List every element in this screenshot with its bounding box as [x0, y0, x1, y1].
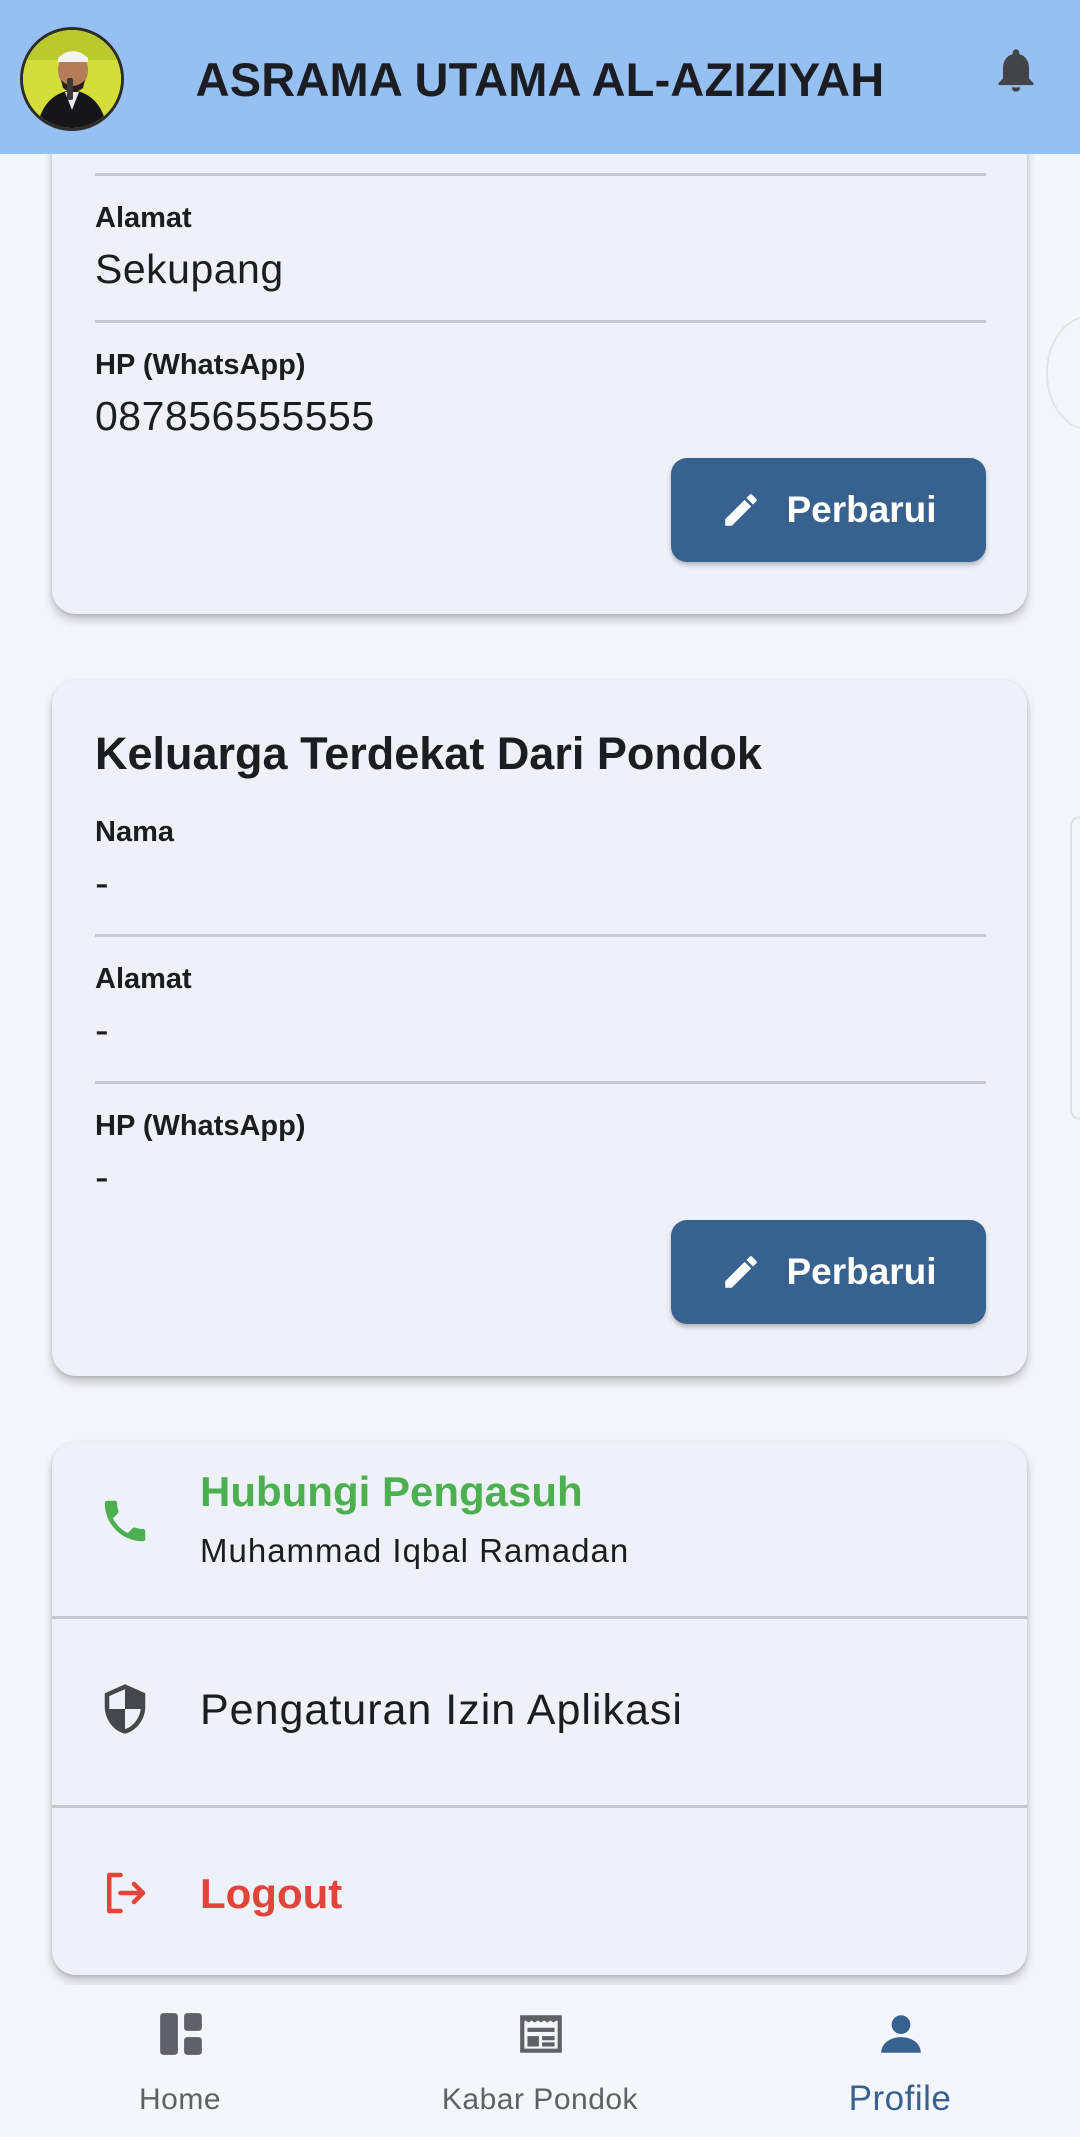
- divider: [95, 320, 986, 323]
- nav-label-profile: Profile: [848, 2079, 952, 2118]
- field-value-alamat: -: [95, 1007, 110, 1053]
- update-button-label: Perbarui: [786, 1251, 937, 1292]
- contact-caretaker-tile[interactable]: Hubungi Pengasuh Muhammad Iqbal Ramadan: [52, 1442, 1027, 1616]
- logout-label: Logout: [200, 1870, 343, 1917]
- edge-decoration: [1046, 316, 1080, 430]
- field-label-alamat: Alamat: [95, 202, 192, 234]
- field-label-alamat: Alamat: [95, 963, 192, 995]
- update-button[interactable]: Perbarui: [671, 1220, 986, 1324]
- card-title: Keluarga Terdekat Dari Pondok: [95, 728, 762, 779]
- menu-card: Hubungi Pengasuh Muhammad Iqbal Ramadan …: [52, 1442, 1027, 1975]
- newspaper-icon: [520, 2015, 562, 2053]
- edit-pencil-icon: [725, 494, 758, 526]
- contact-name: Muhammad Iqbal Ramadan: [200, 1532, 630, 1569]
- field-value-hp: -: [95, 1154, 110, 1200]
- nearest-family-card: Keluarga Terdekat Dari Pondok Nama - Ala…: [52, 680, 1027, 1376]
- field-value-alamat: Sekupang: [95, 246, 284, 292]
- phone-icon: [104, 1500, 146, 1542]
- app-title: ASRAMA UTAMA AL-AZIZIYAH: [195, 53, 885, 106]
- divider: [95, 173, 986, 176]
- avatar[interactable]: [20, 27, 124, 131]
- logout-icon: [107, 1872, 146, 1914]
- dashboard-icon: [160, 2013, 202, 2055]
- update-button-label: Perbarui: [786, 489, 937, 530]
- contact-title: Hubungi Pengasuh: [200, 1468, 583, 1515]
- nav-label-home: Home: [138, 2083, 222, 2116]
- app-permissions-tile[interactable]: Pengaturan Izin Aplikasi: [52, 1619, 1027, 1805]
- address-card: Alamat Sekupang HP (WhatsApp) 0878565555…: [52, 100, 1027, 614]
- bottom-navigation: Home Kabar Pondok Profile: [0, 1985, 1080, 2137]
- divider: [95, 934, 986, 937]
- app-permissions-label: Pengaturan Izin Aplikasi: [200, 1686, 683, 1734]
- field-label-hp: HP (WhatsApp): [95, 349, 306, 381]
- notification-bell-icon[interactable]: [990, 40, 1042, 100]
- nav-label-kabar-pondok: Kabar Pondok: [441, 2083, 639, 2116]
- avatar-photo: [23, 30, 121, 128]
- field-label-hp: HP (WhatsApp): [95, 1110, 306, 1142]
- person-icon: [881, 2015, 921, 2053]
- update-button[interactable]: Perbarui: [671, 458, 986, 562]
- edit-pencil-icon: [725, 1256, 758, 1288]
- field-value-hp: 087856555555: [95, 393, 375, 439]
- shield-icon: [104, 1684, 146, 1734]
- nav-item-profile[interactable]: Profile: [750, 1985, 1050, 2137]
- field-value-nama: -: [95, 860, 110, 906]
- divider: [95, 1081, 986, 1084]
- app-bar: ASRAMA UTAMA AL-AZIZIYAH: [0, 0, 1080, 154]
- field-label-nama: Nama: [95, 816, 174, 848]
- logout-tile[interactable]: Logout: [52, 1808, 1027, 1975]
- edge-decoration: [1070, 816, 1080, 1120]
- nav-item-kabar-pondok[interactable]: Kabar Pondok: [390, 1985, 690, 2137]
- nav-item-home[interactable]: Home: [30, 1985, 330, 2137]
